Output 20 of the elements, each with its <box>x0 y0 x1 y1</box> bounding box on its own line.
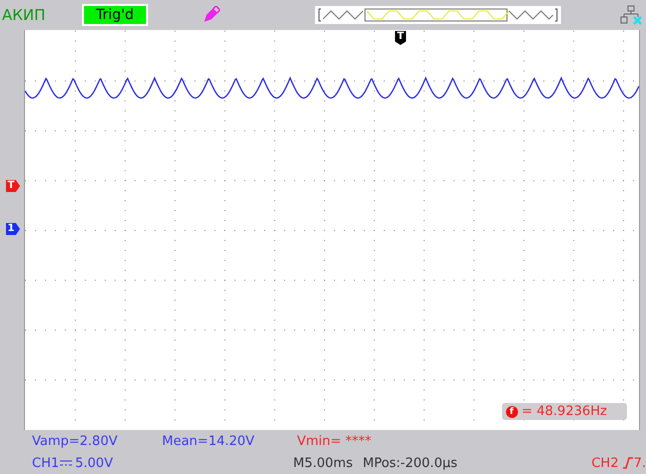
channel-marker[interactable]: 1 <box>6 223 20 235</box>
probe-icon <box>202 6 220 24</box>
measurement-value: Mean=14.20V <box>162 434 256 448</box>
dc-coupling-icon <box>60 459 72 467</box>
trigger-position-marker[interactable]: T <box>395 31 406 45</box>
rising-edge-icon <box>622 457 633 469</box>
trigger-level-marker[interactable]: T <box>6 180 20 192</box>
horizontal-position: MPos:-200.0µs <box>362 456 458 470</box>
network-icon <box>620 5 642 25</box>
frequency-value: = 48.9236Hz <box>522 404 607 419</box>
timebase-value: M5.00ms <box>293 456 353 470</box>
brand-label: АКИП <box>2 6 46 24</box>
trigger-source: CH2 <box>591 456 619 470</box>
measurement-value: Vamp=2.80V <box>32 434 118 448</box>
frequency-badge: f <box>506 406 518 418</box>
measurement-value: Vmin= **** <box>297 434 372 448</box>
channel-label: CH1 <box>32 456 60 470</box>
trigger-level-value: 7. <box>634 456 646 470</box>
volts-per-division: 5.00V <box>75 456 114 470</box>
trigger-status: Trig'd <box>82 4 148 26</box>
